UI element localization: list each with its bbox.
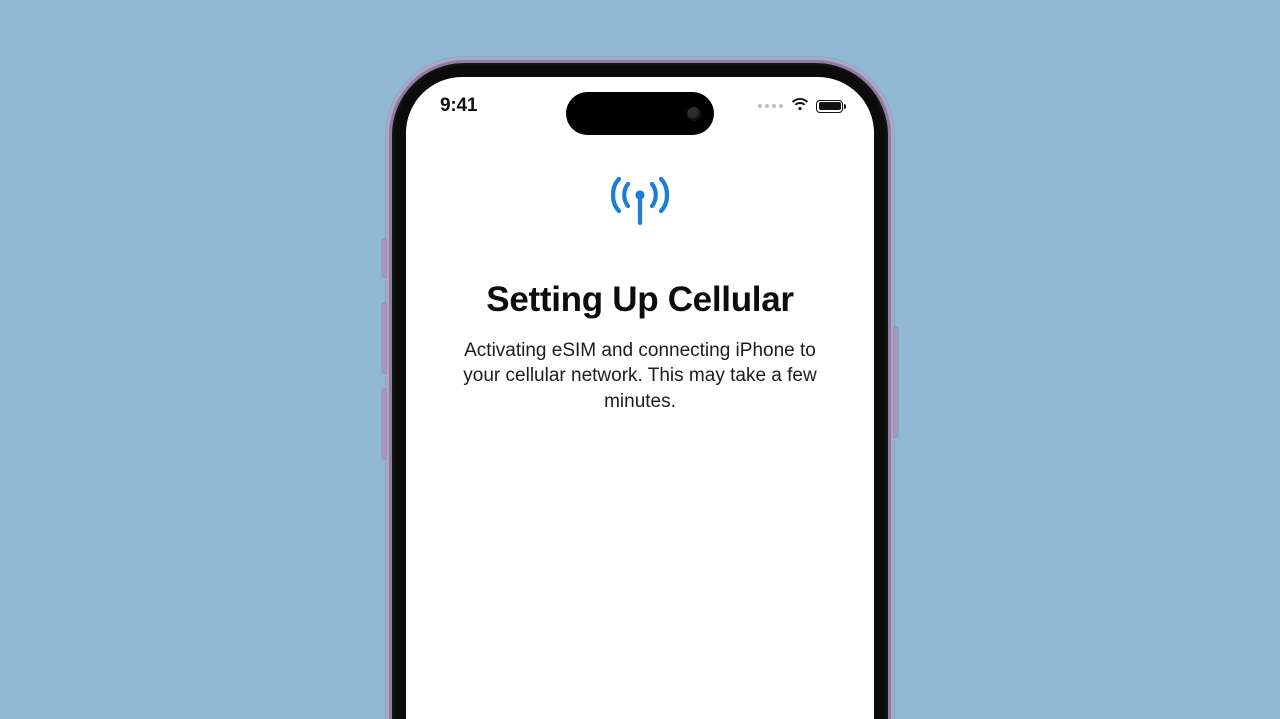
page-title: Setting Up Cellular <box>486 280 793 320</box>
volume-down-button <box>382 389 386 459</box>
setup-content: Setting Up Cellular Activating eSIM and … <box>406 175 874 414</box>
power-button <box>894 327 898 437</box>
cellular-antenna-icon <box>607 175 673 232</box>
wifi-icon <box>790 97 810 116</box>
volume-up-button <box>382 303 386 373</box>
phone-device-frame: 9:41 <box>386 57 894 719</box>
battery-icon <box>816 100 846 113</box>
cellular-signal-icon <box>758 104 783 108</box>
status-time: 9:41 <box>440 95 477 117</box>
mute-switch <box>382 239 386 277</box>
dynamic-island <box>566 92 714 135</box>
page-description: Activating eSIM and connecting iPhone to… <box>450 338 830 414</box>
front-camera-icon <box>687 107 701 121</box>
device-screen: 9:41 <box>406 77 874 719</box>
